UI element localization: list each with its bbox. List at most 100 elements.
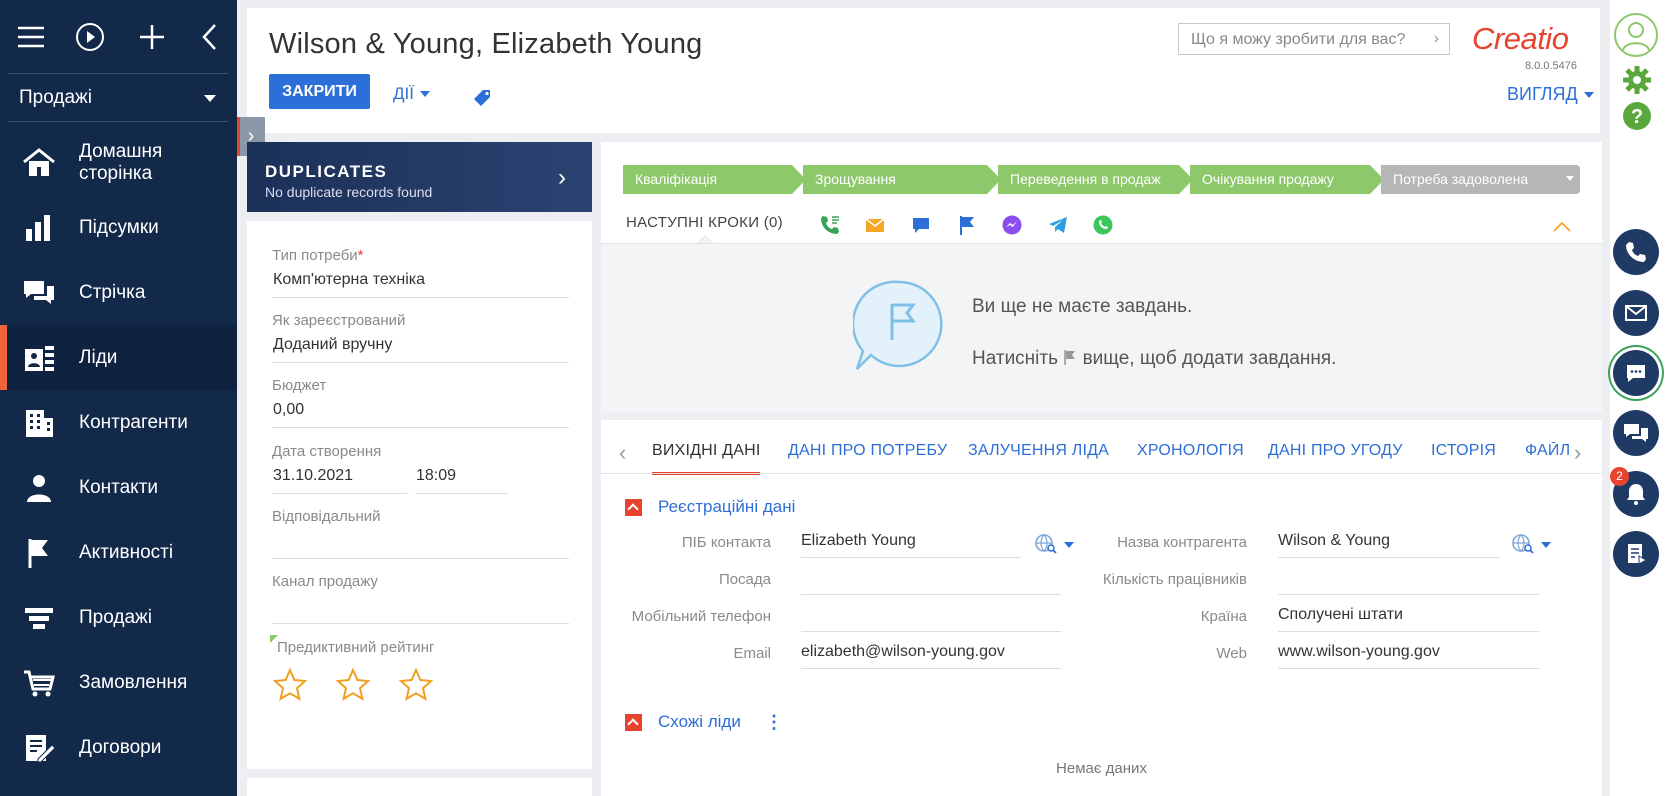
chevron-right-icon[interactable]: ›	[1574, 440, 1581, 466]
sidebar-item-orders[interactable]: Замовлення	[0, 650, 237, 715]
tab-history[interactable]: ІСТОРІЯ	[1431, 442, 1496, 460]
actions-label: ДІЇ	[393, 84, 414, 103]
chevron-down-icon	[1566, 176, 1574, 181]
owner-field[interactable]	[272, 532, 569, 559]
tab-files[interactable]: ФАЙЛ	[1525, 442, 1575, 460]
rating-stars	[272, 667, 434, 703]
sidebar-item-feed[interactable]: Стрічка	[0, 260, 237, 325]
building-icon	[26, 409, 53, 437]
page-header: Wilson & Young, Elizabeth Young ЗАКРИТИ …	[247, 8, 1600, 133]
version-label: 8.0.0.5476	[1525, 60, 1577, 72]
close-button[interactable]: ЗАКРИТИ	[269, 74, 370, 109]
globe-search-icon[interactable]	[1511, 533, 1535, 555]
star-icon[interactable]	[335, 667, 371, 703]
stage-convert[interactable]: Переведення в продаж	[998, 165, 1195, 194]
workspace-selector[interactable]: Продажі	[8, 76, 228, 120]
owner-label: Відповідальний	[272, 508, 381, 525]
sidebar-item-contracts[interactable]: Договори	[0, 715, 237, 780]
next-steps-empty-state: Ви ще не маєте завдань. Натисніть вище, …	[601, 243, 1602, 412]
channel-field[interactable]	[272, 597, 569, 624]
stage-awaiting-sale[interactable]: Очікування продажу	[1190, 165, 1386, 194]
plus-icon[interactable]	[137, 22, 167, 52]
page-title: Wilson & Young, Elizabeth Young	[269, 28, 703, 60]
add-task-flag-icon[interactable]	[956, 214, 978, 236]
position-field[interactable]	[801, 569, 1061, 595]
actions-menu-button[interactable]: ДІЇ	[393, 84, 430, 104]
more-options-icon[interactable]: ⋮	[765, 712, 783, 733]
messenger-icon[interactable]	[1001, 214, 1023, 236]
process-panel-button[interactable]	[1613, 531, 1659, 577]
globe-search-icon[interactable]	[1034, 533, 1058, 555]
chevron-left-icon[interactable]	[196, 22, 226, 52]
lead-profile-panel: Тип потреби* Комп'ютерна техніка Як заре…	[247, 221, 592, 769]
sidebar-item-contacts[interactable]: Контакти	[0, 455, 237, 520]
created-date-field[interactable]: 31.10.2021	[272, 467, 407, 494]
sidebar-item-home[interactable]: Домашня сторінка	[0, 130, 237, 195]
flag-icon	[1064, 350, 1076, 365]
chevron-right-icon: ›	[558, 164, 566, 191]
tab-need-data[interactable]: ДАНІ ПРО ПОТРЕБУ	[788, 442, 947, 460]
chat-icon[interactable]	[910, 214, 932, 236]
next-steps-title: НАСТУПНІ КРОКИ (0)	[626, 214, 783, 231]
chevron-down-icon	[419, 91, 430, 97]
similar-leads-empty: Немає даних	[1056, 760, 1147, 777]
duplicates-banner[interactable]: DUPLICATES No duplicate records found ›	[247, 142, 592, 212]
user-avatar-icon[interactable]	[1613, 12, 1659, 58]
creatio-logo: Creatio	[1472, 21, 1569, 56]
sidebar-item-label: Продажі	[79, 606, 152, 628]
country-field[interactable]: Сполучені штати	[1278, 606, 1539, 632]
account-name-field[interactable]: Wilson & Young	[1278, 532, 1500, 558]
tag-icon[interactable]	[473, 88, 493, 108]
command-search-input[interactable]: Що я можу зробити для вас? ›	[1178, 23, 1450, 55]
email-label: Email	[733, 645, 771, 662]
chat-panel-button[interactable]	[1613, 350, 1659, 396]
chevron-up-icon[interactable]	[1553, 220, 1571, 232]
employees-field[interactable]	[1278, 569, 1539, 595]
chevron-left-icon[interactable]: ‹	[619, 440, 626, 466]
chevron-down-icon[interactable]	[1541, 542, 1551, 548]
view-menu-button[interactable]: ВИГЛЯД	[1507, 84, 1594, 105]
hamburger-menu-icon[interactable]	[16, 22, 46, 52]
tab-timeline[interactable]: ХРОНОЛОГІЯ	[1137, 442, 1244, 460]
email-panel-button[interactable]	[1613, 290, 1659, 336]
sidebar-item-sales[interactable]: Продажі	[0, 585, 237, 650]
conversation-icon	[1624, 424, 1648, 442]
sidebar-item-leads[interactable]: Ліди	[0, 325, 237, 390]
tab-original-data[interactable]: ВИХІДНІ ДАНІ	[652, 442, 761, 475]
person-icon	[27, 474, 51, 502]
sidebar-item-accounts[interactable]: Контрагенти	[0, 390, 237, 455]
telegram-icon[interactable]	[1047, 214, 1069, 236]
contact-name-field[interactable]: Elizabeth Young	[801, 532, 1021, 558]
notification-count-badge: 2	[1610, 467, 1629, 486]
chat-bubble-icon	[1627, 365, 1645, 382]
email-field[interactable]: elizabeth@wilson-young.gov	[801, 643, 1061, 669]
stage-nurturing[interactable]: Зрощування	[803, 165, 1003, 194]
collapse-icon	[625, 713, 642, 731]
registration-group-header[interactable]: Реєстраційні дані	[625, 497, 795, 517]
star-icon[interactable]	[272, 667, 308, 703]
budget-field[interactable]: 0,00	[272, 401, 569, 428]
phone-panel-button[interactable]	[1613, 229, 1659, 275]
process-run-icon[interactable]	[75, 22, 105, 52]
call-icon[interactable]	[819, 214, 841, 236]
sidebar-item-label: Контрагенти	[79, 411, 188, 433]
registered-field[interactable]: Доданий вручну	[272, 336, 569, 363]
email-icon[interactable]	[864, 214, 886, 236]
similar-leads-group-header[interactable]: Схожі ліди	[625, 712, 741, 732]
help-icon[interactable]: ?	[1622, 101, 1652, 131]
gear-icon[interactable]	[1622, 65, 1652, 95]
stage-satisfied[interactable]: Потреба задоволена	[1381, 165, 1580, 194]
web-field[interactable]: www.wilson-young.gov	[1278, 643, 1539, 669]
sidebar-item-activities[interactable]: Активності	[0, 520, 237, 585]
stage-qualification[interactable]: Кваліфікація	[623, 165, 808, 194]
mobile-phone-field[interactable]	[801, 606, 1061, 632]
sidebar-item-dashboards[interactable]: Підсумки	[0, 195, 237, 260]
tab-lead-engagement[interactable]: ЗАЛУЧЕННЯ ЛІДА	[968, 442, 1109, 460]
created-time-field[interactable]: 18:09	[415, 467, 508, 494]
whatsapp-icon[interactable]	[1092, 214, 1114, 236]
star-icon[interactable]	[398, 667, 434, 703]
feed-panel-button[interactable]	[1613, 410, 1659, 456]
sidebar-item-label: Контакти	[79, 476, 159, 498]
need-type-field[interactable]: Комп'ютерна техніка	[272, 271, 569, 298]
tab-deal-data[interactable]: ДАНІ ПРО УГОДУ	[1268, 442, 1403, 460]
